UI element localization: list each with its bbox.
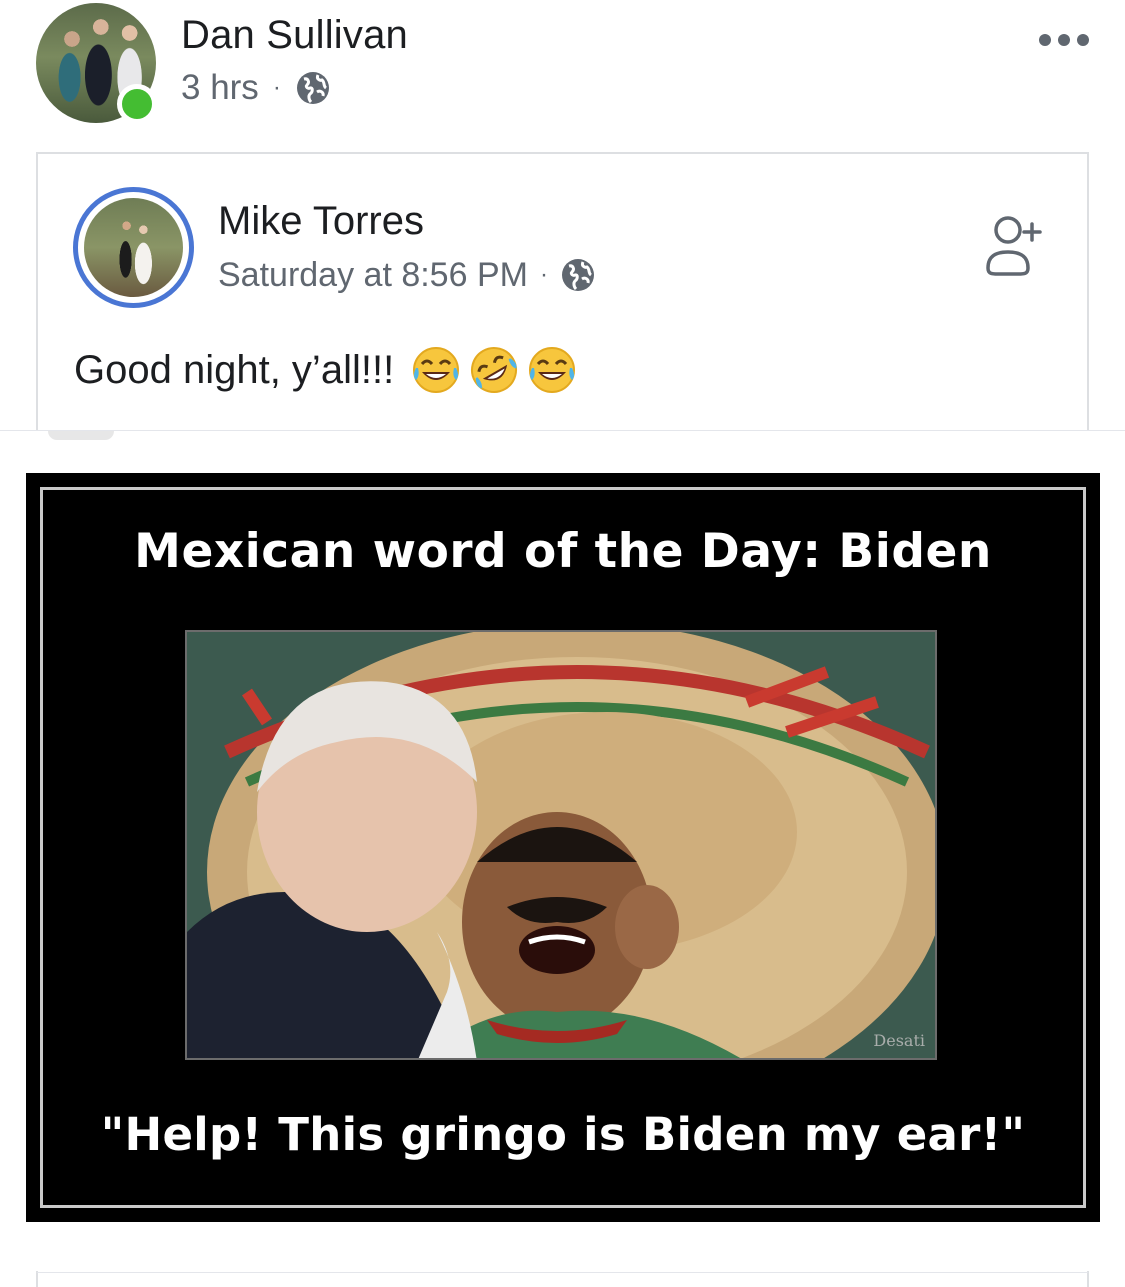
more-dot (1039, 34, 1051, 46)
meta-separator: · (272, 74, 281, 101)
add-friend-icon[interactable] (982, 212, 1046, 280)
more-options-icon[interactable] (1039, 30, 1089, 50)
shared-post-text: Good night, y’all!!! (74, 344, 578, 396)
image-edge-artifact (48, 431, 114, 440)
shared-author-name[interactable]: Mike Torres (218, 199, 424, 244)
card-bottom-edge (36, 1272, 1089, 1287)
author-name[interactable]: Dan Sullivan (181, 13, 408, 58)
more-dot (1058, 34, 1070, 46)
online-status-indicator (117, 84, 157, 124)
meme-caption: "Help! This gringo is Biden my ear!" (100, 1108, 1026, 1161)
meta-separator: · (539, 261, 548, 288)
post-header: Dan Sullivan 3 hrs · (0, 0, 1125, 140)
meme-watermark: Desati (873, 1031, 925, 1050)
shared-avatar-photo (84, 198, 183, 297)
shared-post-meta: Saturday at 8:56 PM · (218, 254, 596, 296)
tears-of-joy-emoji-icon (413, 347, 460, 393)
meme-image[interactable]: Mexican word of the Day: Biden Desati "H… (26, 473, 1100, 1222)
more-dot (1077, 34, 1089, 46)
shared-author-avatar[interactable] (73, 187, 194, 308)
post-text-content: Good night, y’all!!! (74, 347, 395, 392)
post-timestamp[interactable]: 3 hrs (181, 68, 259, 108)
tears-of-joy-emoji-icon (529, 347, 576, 393)
globe-icon[interactable] (295, 70, 331, 106)
globe-icon[interactable] (560, 257, 596, 293)
shared-timestamp[interactable]: Saturday at 8:56 PM (218, 256, 528, 295)
meme-title: Mexican word of the Day: Biden (134, 524, 992, 579)
post-meta: 3 hrs · (181, 68, 331, 108)
meme-photo-illustration (187, 632, 935, 1058)
rofl-emoji-icon (471, 347, 518, 393)
meme-photo: Desati (185, 630, 937, 1060)
